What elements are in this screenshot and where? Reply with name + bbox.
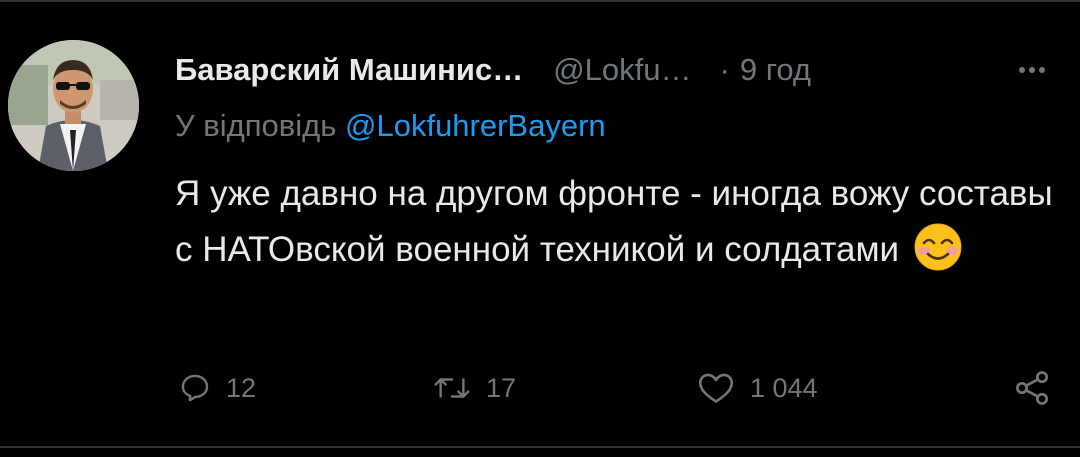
reply-button[interactable]: 12: [178, 360, 256, 416]
more-dot-icon: [1019, 67, 1025, 73]
bottom-divider: [0, 446, 1080, 448]
retweet-icon: [434, 378, 470, 398]
timestamp[interactable]: 9 год: [740, 52, 811, 88]
share-button[interactable]: [1012, 360, 1052, 416]
tweet-header: Баварский Машинис… @Lokfu… · 9 год: [175, 48, 811, 92]
like-count: 1 044: [750, 372, 818, 403]
top-divider: [0, 0, 1080, 2]
reply-count: 12: [226, 372, 257, 403]
display-name[interactable]: Баварский Машинис…: [175, 52, 523, 88]
user-avatar-photo: [8, 40, 139, 171]
like-button[interactable]: 1 044: [696, 360, 818, 416]
share-icon: [1016, 371, 1048, 405]
tweet-actions: 12 17 1 044: [0, 360, 1080, 416]
avatar[interactable]: [8, 40, 139, 171]
reply-context: У відповідь @LokfuhrerBayern: [175, 108, 606, 144]
retweet-count: 17: [486, 372, 517, 403]
more-dot-icon: [1029, 67, 1035, 73]
reply-icon: [181, 374, 209, 402]
more-dot-icon: [1039, 67, 1045, 73]
tweet-text: Я уже давно на другом фронте - иногда во…: [175, 166, 1055, 278]
reply-prefix: У відповідь: [175, 108, 345, 143]
reply-handle-link[interactable]: @LokfuhrerBayern: [345, 108, 606, 143]
more-options-button[interactable]: [1010, 52, 1054, 88]
heart-icon: [698, 373, 734, 403]
separator-dot: ·: [719, 52, 730, 87]
user-handle[interactable]: @Lokfu…: [553, 52, 691, 88]
retweet-button[interactable]: 17: [432, 360, 516, 416]
smiling-face-with-smiling-eyes-emoji: [914, 223, 962, 271]
